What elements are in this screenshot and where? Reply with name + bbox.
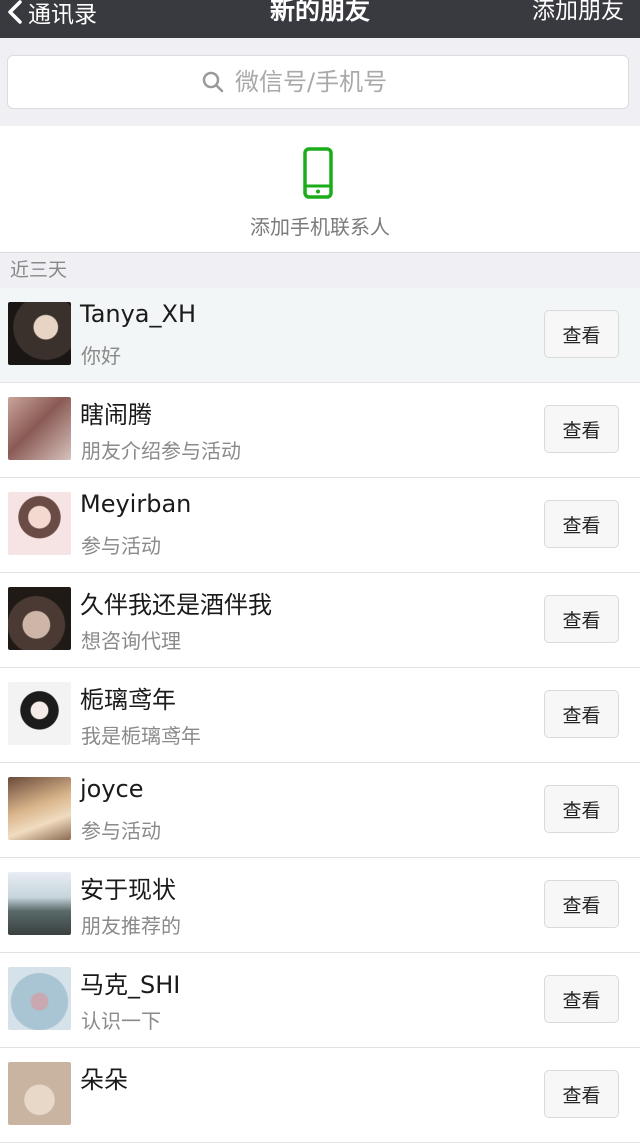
contact-message: 想咨询代理 xyxy=(81,629,181,653)
contact-name: 栀璃鸢年 xyxy=(80,686,176,714)
contact-row[interactable]: 安于现状 朋友推荐的 查看 xyxy=(0,858,640,953)
contact-name: 马克_SHI xyxy=(80,971,181,999)
contact-message: 你好 xyxy=(81,344,121,368)
avatar xyxy=(8,587,71,650)
search-icon xyxy=(202,71,224,93)
avatar xyxy=(8,682,71,745)
view-button[interactable]: 查看 xyxy=(544,785,619,833)
contact-message: 朋友介绍参与活动 xyxy=(81,439,241,463)
contact-row[interactable]: 久伴我还是酒伴我 想咨询代理 查看 xyxy=(0,573,640,668)
view-button[interactable]: 查看 xyxy=(544,1070,619,1118)
avatar xyxy=(8,967,71,1030)
contact-message: 认识一下 xyxy=(81,1009,161,1033)
contact-name: 安于现状 xyxy=(80,876,176,904)
add-friend-button[interactable]: 添加朋友 xyxy=(532,0,624,30)
avatar xyxy=(8,492,71,555)
contact-row[interactable]: 瞎闹腾 朋友介绍参与活动 查看 xyxy=(0,383,640,478)
section-header: 近三天 xyxy=(0,253,640,288)
contact-row[interactable]: 朵朵 查看 xyxy=(0,1048,640,1143)
phone-icon xyxy=(303,147,333,199)
contact-row[interactable]: Tanya_XH 你好 查看 xyxy=(0,288,640,383)
avatar xyxy=(8,302,71,365)
view-button[interactable]: 查看 xyxy=(544,405,619,453)
contact-message: 参与活动 xyxy=(81,819,161,843)
contact-message: 朋友推荐的 xyxy=(81,914,181,938)
contact-list: Tanya_XH 你好 查看 瞎闹腾 朋友介绍参与活动 查看 Meyirban … xyxy=(0,288,640,1143)
view-button[interactable]: 查看 xyxy=(544,310,619,358)
contact-name: 瞎闹腾 xyxy=(80,401,152,429)
contact-row[interactable]: 马克_SHI 认识一下 查看 xyxy=(0,953,640,1048)
avatar xyxy=(8,1062,71,1125)
contact-row[interactable]: Meyirban 参与活动 查看 xyxy=(0,478,640,573)
view-button[interactable]: 查看 xyxy=(544,500,619,548)
add-phone-contacts-label: 添加手机联系人 xyxy=(250,215,390,239)
view-button[interactable]: 查看 xyxy=(544,595,619,643)
contact-name: 朵朵 xyxy=(80,1066,128,1094)
contact-name: joyce xyxy=(80,775,144,803)
view-button[interactable]: 查看 xyxy=(544,880,619,928)
search-input[interactable] xyxy=(235,68,435,96)
contact-message: 我是栀璃鸢年 xyxy=(81,724,201,748)
contact-name: 久伴我还是酒伴我 xyxy=(80,591,272,619)
contact-row[interactable]: 栀璃鸢年 我是栀璃鸢年 查看 xyxy=(0,668,640,763)
avatar xyxy=(8,872,71,935)
view-button[interactable]: 查看 xyxy=(544,690,619,738)
nav-bar: 通讯录 新的朋友 添加朋友 xyxy=(0,0,640,38)
contact-message: 参与活动 xyxy=(81,534,161,558)
contact-name: Meyirban xyxy=(80,490,192,518)
avatar xyxy=(8,397,71,460)
view-button[interactable]: 查看 xyxy=(544,975,619,1023)
add-phone-contacts-button[interactable]: 添加手机联系人 xyxy=(0,126,640,253)
contact-row[interactable]: joyce 参与活动 查看 xyxy=(0,763,640,858)
avatar xyxy=(8,777,71,840)
search-box[interactable] xyxy=(7,55,629,109)
search-area xyxy=(0,38,640,126)
contact-name: Tanya_XH xyxy=(80,300,197,328)
